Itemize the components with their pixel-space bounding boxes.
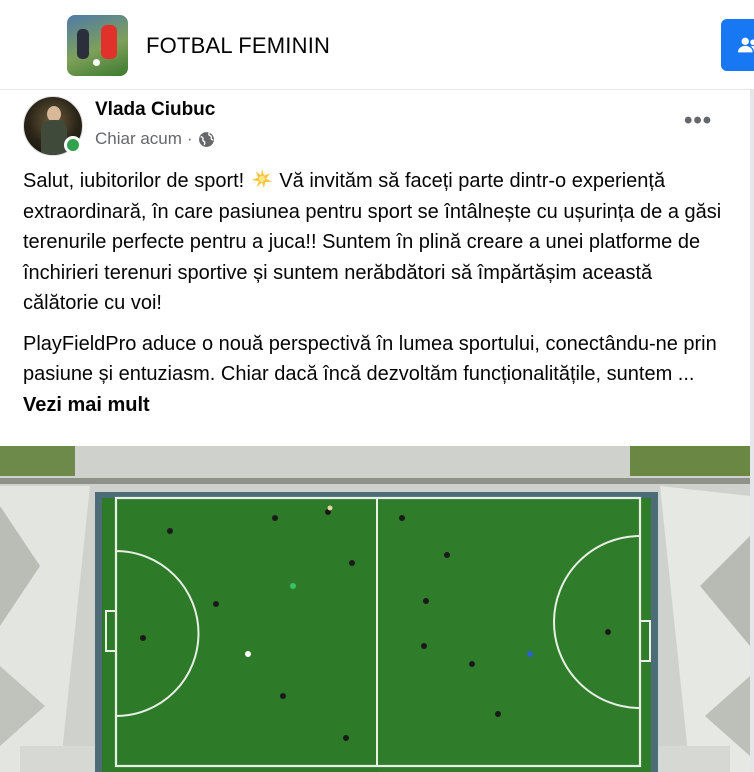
paragraph-2-text: PlayFieldPro aduce o nouă perspectivă în… xyxy=(23,332,717,386)
post-time[interactable]: Chiar acum xyxy=(95,129,182,149)
football-pitch-aerial-photo[interactable] xyxy=(0,446,750,772)
more-options-button[interactable]: ••• xyxy=(684,109,712,133)
join-group-button[interactable] xyxy=(721,19,754,71)
post-meta: Chiar acum · xyxy=(95,129,215,149)
sparkle-icon xyxy=(251,168,272,189)
people-icon xyxy=(737,37,754,53)
post-author[interactable]: Vlada Ciubuc xyxy=(95,99,215,121)
post-text: Salut, iubitorilor de sport! Vă invităm … xyxy=(23,166,723,430)
post-paragraph-1: Salut, iubitorilor de sport! Vă invităm … xyxy=(23,166,723,319)
post-edge xyxy=(750,90,754,772)
globe-icon xyxy=(198,131,214,147)
paragraph-1-start: Salut, iubitorilor de sport! xyxy=(23,170,250,192)
pitch-illustration xyxy=(0,446,750,772)
group-title[interactable]: FOTBAL FEMININ xyxy=(146,33,330,59)
group-photo-icon[interactable] xyxy=(67,15,128,76)
meta-separator: · xyxy=(186,129,193,148)
see-more-link[interactable]: Vezi mai mult xyxy=(23,394,150,416)
post-card: Vlada Ciubuc Chiar acum · ••• Salut, iub… xyxy=(0,90,750,772)
online-status-icon xyxy=(64,136,82,154)
post-paragraph-2: PlayFieldPro aduce o nouă perspectivă în… xyxy=(23,329,723,421)
group-header: FOTBAL FEMININ xyxy=(0,0,754,90)
